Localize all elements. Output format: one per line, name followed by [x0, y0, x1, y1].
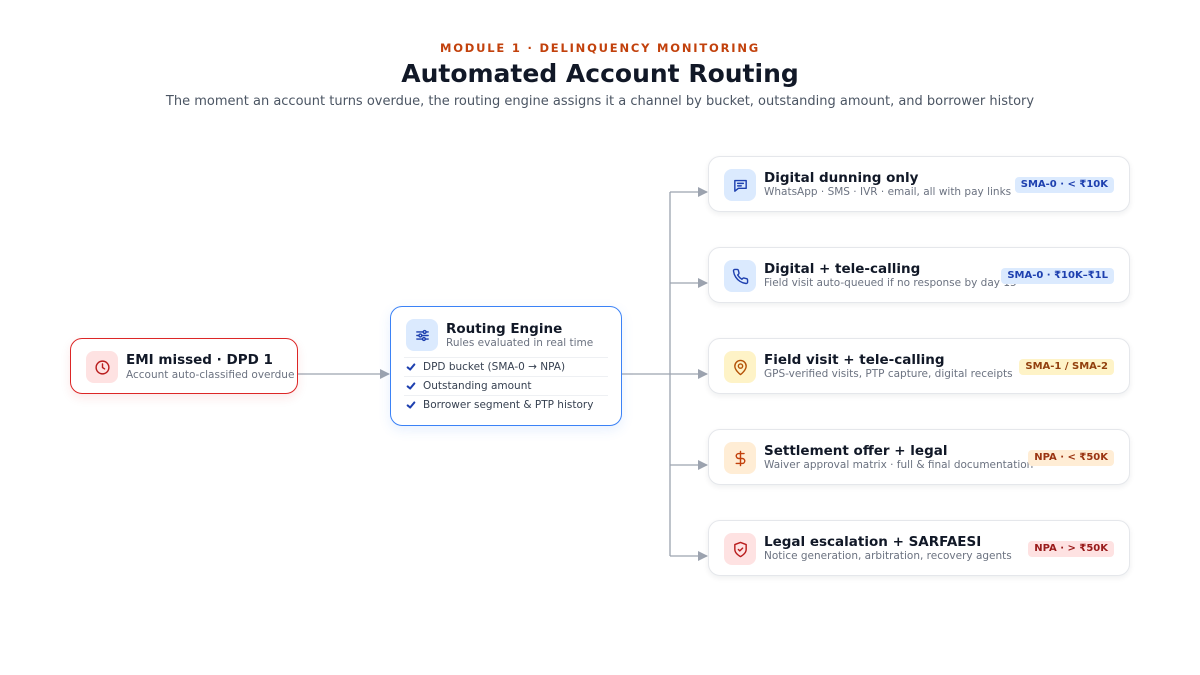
check-icon	[406, 381, 416, 391]
rule-label: Borrower segment & PTP history	[423, 399, 594, 411]
engine-subtitle: Rules evaluated in real time	[446, 337, 594, 349]
phone-icon	[724, 260, 756, 292]
check-icon	[406, 400, 416, 410]
rule-label: Outstanding amount	[423, 380, 532, 392]
rule-item: Outstanding amount	[404, 376, 608, 395]
outcome-title: Settlement offer + legal	[764, 443, 948, 459]
bucket-badge: SMA-0 · ₹10K–₹1L	[1001, 268, 1114, 284]
rule-label: DPD bucket (SMA-0 → NPA)	[423, 361, 566, 373]
check-icon	[406, 362, 416, 372]
outcome-title: Digital dunning only	[764, 170, 919, 186]
outcome-card-field-visit[interactable]: Field visit + tele-calling GPS-verified …	[708, 338, 1130, 394]
bucket-badge: NPA · > ₹50K	[1028, 541, 1114, 557]
outcome-subtitle: Waiver approval matrix · full & final do…	[764, 459, 1034, 471]
outcome-title: Digital + tele-calling	[764, 261, 921, 277]
dollar-icon	[724, 442, 756, 474]
trigger-title: EMI missed · DPD 1	[126, 352, 273, 368]
outcome-subtitle: Notice generation, arbitration, recovery…	[764, 550, 1012, 562]
clock-icon	[86, 351, 118, 383]
bucket-badge: NPA · < ₹50K	[1028, 450, 1114, 466]
trigger-card[interactable]: EMI missed · DPD 1 Account auto-classifi…	[70, 338, 298, 394]
map-pin-icon	[724, 351, 756, 383]
engine-title: Routing Engine	[446, 321, 563, 337]
rule-item: DPD bucket (SMA-0 → NPA)	[404, 357, 608, 376]
outcome-card-tele-calling[interactable]: Digital + tele-calling Field visit auto-…	[708, 247, 1130, 303]
outcome-card-digital-dunning[interactable]: Digital dunning only WhatsApp · SMS · IV…	[708, 156, 1130, 212]
routing-engine-card[interactable]: Routing Engine Rules evaluated in real t…	[390, 306, 622, 426]
outcome-subtitle: GPS-verified visits, PTP capture, digita…	[764, 368, 1013, 380]
message-icon	[724, 169, 756, 201]
shield-check-icon	[724, 533, 756, 565]
sliders-icon	[406, 319, 438, 351]
outcome-title: Legal escalation + SARFAESI	[764, 534, 982, 550]
rule-item: Borrower segment & PTP history	[404, 395, 608, 414]
outcome-title: Field visit + tele-calling	[764, 352, 945, 368]
engine-rules-list: DPD bucket (SMA-0 → NPA) Outstanding amo…	[404, 357, 608, 414]
outcome-card-legal-escalation[interactable]: Legal escalation + SARFAESI Notice gener…	[708, 520, 1130, 576]
outcome-subtitle: Field visit auto-queued if no response b…	[764, 277, 1017, 289]
bucket-badge: SMA-0 · < ₹10K	[1014, 177, 1114, 193]
bucket-badge: SMA-1 / SMA-2	[1019, 359, 1114, 375]
trigger-subtitle: Account auto-classified overdue	[126, 369, 295, 381]
outcome-card-settlement[interactable]: Settlement offer + legal Waiver approval…	[708, 429, 1130, 485]
outcome-subtitle: WhatsApp · SMS · IVR · email, all with p…	[764, 186, 1012, 198]
